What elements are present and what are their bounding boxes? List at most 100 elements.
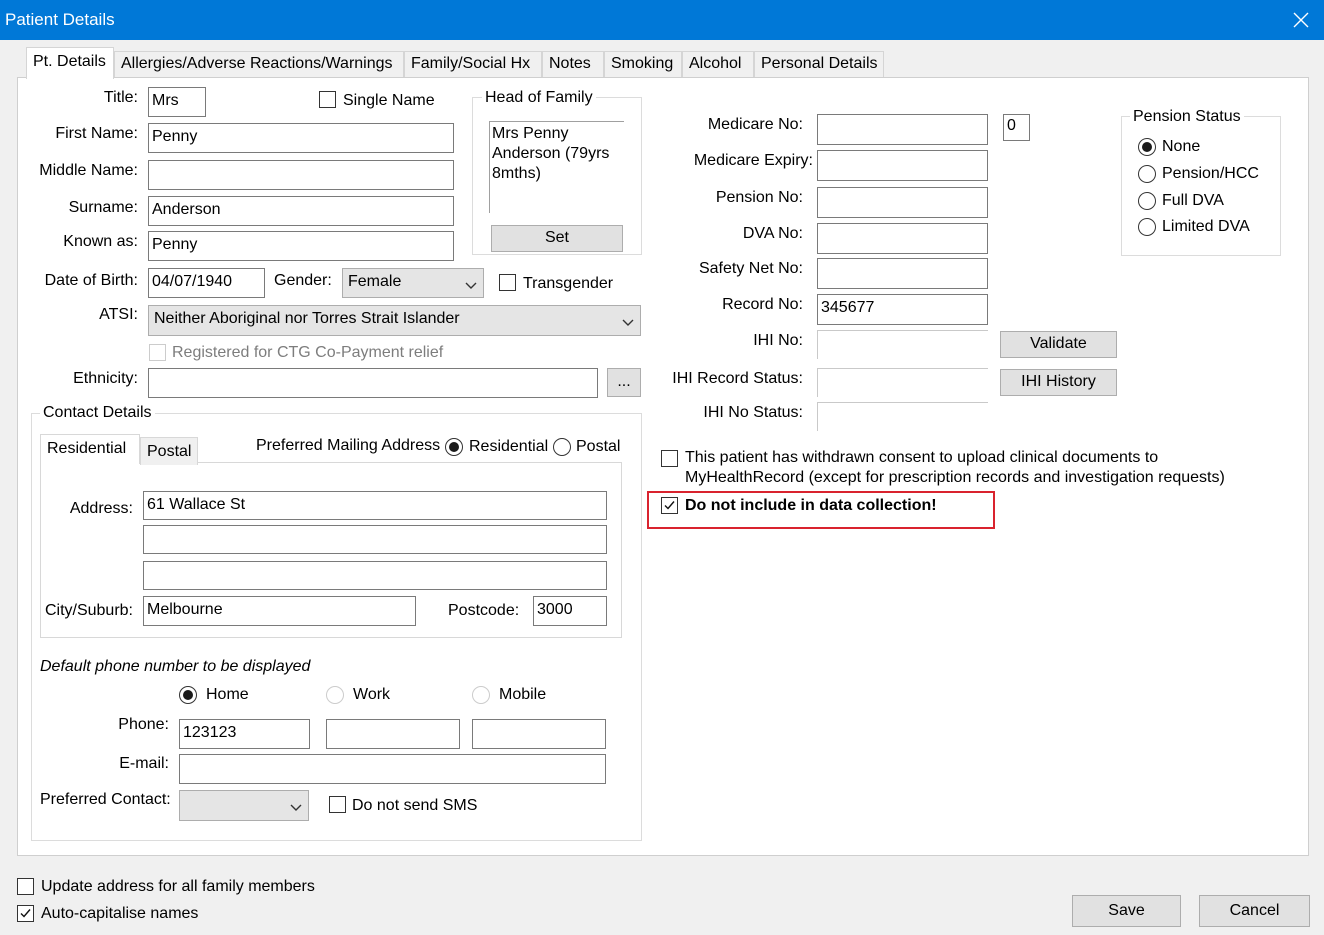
save-button[interactable]: Save xyxy=(1072,895,1181,927)
single-name-label: Single Name xyxy=(343,92,435,109)
phone-work-radio[interactable] xyxy=(326,686,344,704)
data-collection-label: Do not include in data collection! xyxy=(685,497,937,514)
known-as-field[interactable]: Penny xyxy=(148,231,454,261)
tab-notes[interactable]: Notes xyxy=(542,51,604,78)
medicare-irn-field[interactable]: 0 xyxy=(1003,114,1030,141)
preferred-mailing-label: Preferred Mailing Address xyxy=(256,437,441,454)
ihi-history-button[interactable]: IHI History xyxy=(1000,369,1117,396)
phone-mobile-field[interactable] xyxy=(472,719,606,749)
pension-full-dva-label: Full DVA xyxy=(1162,192,1224,209)
surname-field[interactable]: Anderson xyxy=(148,196,454,226)
check-icon xyxy=(664,501,675,510)
pension-no-field[interactable] xyxy=(817,187,988,218)
chevron-down-icon xyxy=(290,799,302,817)
tab-smoking[interactable]: Smoking xyxy=(604,51,682,78)
phone-mobile-label: Mobile xyxy=(499,686,547,703)
phone-home-field[interactable]: 123123 xyxy=(179,719,310,749)
gender-label: Gender: xyxy=(274,272,332,289)
pension-hcc-radio[interactable] xyxy=(1138,165,1156,183)
contact-details-title: Contact Details xyxy=(40,404,155,422)
phone-mobile-radio[interactable] xyxy=(472,686,490,704)
single-name-checkbox[interactable] xyxy=(319,91,336,108)
atsi-label: ATSI: xyxy=(99,306,138,323)
address-line-2[interactable] xyxy=(143,525,607,554)
safety-net-field[interactable] xyxy=(817,258,988,289)
title-field[interactable]: Mrs xyxy=(148,87,206,117)
pension-status-title: Pension Status xyxy=(1130,108,1244,126)
set-head-of-family-button[interactable]: Set xyxy=(491,225,623,252)
window-title: Patient Details xyxy=(5,10,115,29)
atsi-value: Neither Aboriginal nor Torres Strait Isl… xyxy=(154,310,460,327)
tab-alcohol[interactable]: Alcohol xyxy=(682,51,754,78)
update-address-checkbox[interactable] xyxy=(17,878,34,895)
mailing-postal-radio[interactable] xyxy=(553,438,571,456)
city-label: City/Suburb: xyxy=(44,602,133,619)
address-line-1[interactable]: 61 Wallace St xyxy=(143,491,607,520)
preferred-contact-select[interactable] xyxy=(179,790,309,821)
phone-work-field[interactable] xyxy=(326,719,460,749)
tab-personal-details[interactable]: Personal Details xyxy=(754,51,884,78)
withdrawn-consent-checkbox[interactable] xyxy=(661,450,678,467)
first-name-field[interactable]: Penny xyxy=(148,123,454,153)
pension-limited-dva-radio[interactable] xyxy=(1138,218,1156,236)
address-line-3[interactable] xyxy=(143,561,607,590)
ihi-record-status-label: IHI Record Status: xyxy=(672,370,803,387)
head-of-family-title: Head of Family xyxy=(482,89,596,107)
close-icon[interactable] xyxy=(1278,0,1324,40)
mailing-postal-label: Postal xyxy=(576,438,621,455)
pension-hcc-label: Pension/HCC xyxy=(1162,165,1259,182)
record-no-label: Record No: xyxy=(722,296,803,313)
medicare-expiry-field[interactable] xyxy=(817,150,988,181)
postcode-label: Postcode: xyxy=(448,602,520,619)
pension-no-label: Pension No: xyxy=(715,189,803,206)
hof-line: Anderson (79yrs xyxy=(492,145,610,162)
pension-full-dva-radio[interactable] xyxy=(1138,192,1156,210)
hof-line: Mrs Penny xyxy=(492,125,569,142)
phone-home-radio[interactable] xyxy=(179,686,197,704)
atsi-select[interactable]: Neither Aboriginal nor Torres Strait Isl… xyxy=(148,305,641,336)
known-as-label: Known as: xyxy=(63,233,138,250)
phone-label: Phone: xyxy=(118,716,169,733)
gender-value: Female xyxy=(348,273,402,290)
auto-capitalise-checkbox[interactable] xyxy=(17,905,34,922)
pension-none-label: None xyxy=(1162,138,1201,155)
phone-work-label: Work xyxy=(353,686,391,703)
do-not-send-sms-checkbox[interactable] xyxy=(329,796,346,813)
ethnicity-field[interactable] xyxy=(148,368,598,398)
ethnicity-browse-button[interactable]: ... xyxy=(607,368,641,397)
transgender-checkbox[interactable] xyxy=(499,274,516,291)
ihi-no-field xyxy=(817,330,988,359)
cancel-button[interactable]: Cancel xyxy=(1199,895,1310,927)
tab-allergies[interactable]: Allergies/Adverse Reactions/Warnings xyxy=(114,51,404,78)
default-phone-label: Default phone number to be displayed xyxy=(40,658,311,675)
mailing-residential-radio[interactable] xyxy=(445,438,463,456)
ctg-checkbox[interactable] xyxy=(149,344,166,361)
email-field[interactable] xyxy=(179,754,606,784)
data-collection-checkbox[interactable] xyxy=(661,497,678,514)
record-no-field[interactable]: 345677 xyxy=(817,294,988,325)
dva-no-field[interactable] xyxy=(817,223,988,254)
city-field[interactable]: Melbourne xyxy=(143,596,416,626)
do-not-send-sms-label: Do not send SMS xyxy=(352,797,478,814)
pension-none-radio[interactable] xyxy=(1138,138,1156,156)
tab-pt-details[interactable]: Pt. Details xyxy=(26,47,114,79)
surname-label: Surname: xyxy=(68,199,138,216)
dob-field[interactable]: 04/07/1940 xyxy=(148,268,265,298)
tab-family-social[interactable]: Family/Social Hx xyxy=(404,51,542,78)
preferred-contact-label: Preferred Contact: xyxy=(40,791,171,808)
email-label: E-mail: xyxy=(119,755,169,772)
medicare-no-field[interactable] xyxy=(817,114,988,145)
chevron-down-icon xyxy=(465,277,477,295)
subtab-residential[interactable]: Residential xyxy=(40,434,140,464)
ihi-record-status-field xyxy=(817,368,988,397)
hof-line: 8mths) xyxy=(492,165,541,182)
update-address-label: Update address for all family members xyxy=(41,878,315,895)
subtab-postal[interactable]: Postal xyxy=(140,437,198,465)
validate-button[interactable]: Validate xyxy=(1000,331,1117,358)
middle-name-field[interactable] xyxy=(148,160,454,190)
head-of-family-list[interactable]: Mrs Penny Anderson (79yrs 8mths) xyxy=(489,121,624,213)
safety-net-label: Safety Net No: xyxy=(698,260,803,277)
gender-select[interactable]: Female xyxy=(342,268,484,298)
ihi-no-status-label: IHI No Status: xyxy=(703,404,803,421)
postcode-field[interactable]: 3000 xyxy=(533,596,607,626)
